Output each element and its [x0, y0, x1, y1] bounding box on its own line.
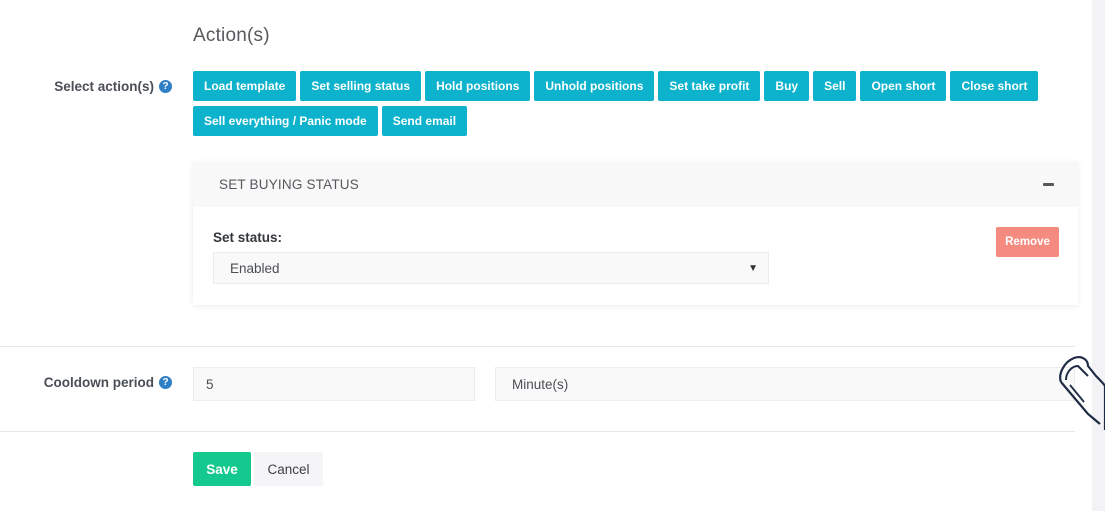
remove-button[interactable]: Remove — [996, 227, 1059, 257]
divider — [0, 346, 1075, 347]
cooldown-value-input[interactable]: 5 — [193, 367, 475, 401]
save-button[interactable]: Save — [193, 452, 251, 486]
action-button[interactable]: Sell everything / Panic mode — [193, 106, 378, 136]
status-select-value: Enabled — [230, 260, 280, 276]
scrollbar-track[interactable] — [1092, 0, 1105, 511]
action-button[interactable]: Buy — [764, 71, 810, 101]
cooldown-period-label-text: Cooldown period — [43, 375, 154, 390]
cancel-button[interactable]: Cancel — [254, 452, 323, 486]
action-button[interactable]: Load template — [193, 71, 297, 101]
action-button[interactable]: Unhold positions — [534, 71, 655, 101]
action-button[interactable]: Hold positions — [425, 71, 531, 101]
section-title: Action(s) — [193, 25, 270, 46]
panel-body: Set status: Enabled ▼ Remove — [193, 207, 1078, 305]
divider — [0, 431, 1075, 432]
select-actions-label-text: Select action(s) — [54, 79, 154, 94]
set-status-label: Set status: — [213, 230, 283, 245]
collapse-minus-icon[interactable] — [1043, 183, 1054, 186]
action-button[interactable]: Close short — [950, 71, 1039, 101]
cooldown-unit-select[interactable]: Minute(s) — [495, 367, 1075, 401]
action-buttons-row: Load template Set selling status Hold posi… — [193, 71, 1039, 101]
set-buying-status-panel: SET BUYING STATUS Set status: Enabled ▼ … — [193, 162, 1078, 305]
action-buttons-row: Sell everything / Panic mode Send email — [193, 106, 993, 136]
question-circle-icon[interactable]: ? — [159, 376, 172, 389]
action-button[interactable]: Open short — [860, 71, 947, 101]
cooldown-period-label: Cooldown period ? — [44, 375, 172, 390]
action-button[interactable]: Send email — [381, 106, 468, 136]
caret-down-icon: ▼ — [748, 262, 758, 274]
action-buttons-group: Load template Set selling status Hold posi… — [193, 71, 1039, 141]
action-button[interactable]: Sell — [813, 71, 857, 101]
panel-header[interactable]: SET BUYING STATUS — [193, 162, 1078, 207]
hand-pointer-cursor-icon — [1059, 356, 1105, 430]
question-circle-icon[interactable]: ? — [159, 80, 172, 93]
panel-title: SET BUYING STATUS — [219, 177, 359, 192]
select-actions-label: Select action(s) ? — [54, 79, 172, 94]
status-select[interactable]: Enabled ▼ — [213, 252, 769, 284]
action-button[interactable]: Set selling status — [300, 71, 422, 101]
action-button[interactable]: Set take profit — [658, 71, 761, 101]
